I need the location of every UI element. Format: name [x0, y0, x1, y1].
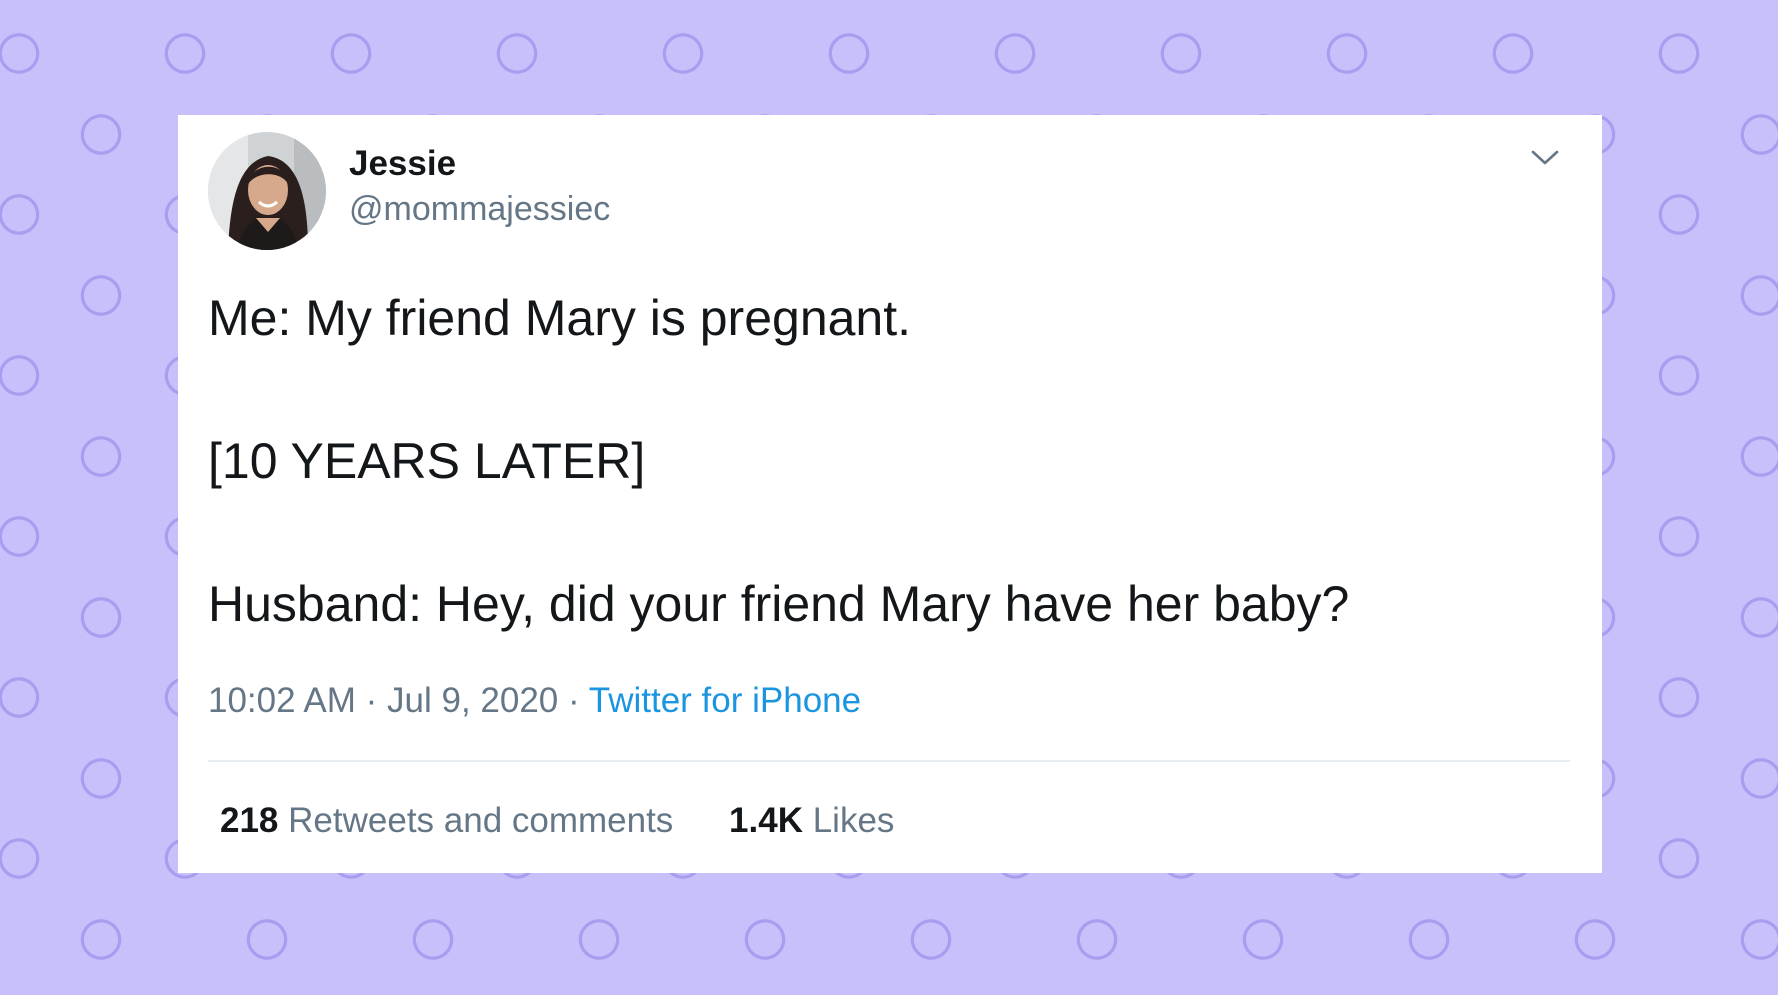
divider	[208, 760, 1570, 762]
tweet-line: Me: My friend Mary is pregnant.	[208, 290, 912, 346]
likes-label: Likes	[812, 801, 895, 840]
avatar[interactable]	[208, 132, 326, 250]
retweets-stat[interactable]: 218 Retweets and comments	[220, 803, 673, 838]
retweets-label: Retweets and comments	[288, 801, 674, 840]
author-handle[interactable]: @mommajessiec	[349, 192, 610, 226]
tweet-metadata: 10:02 AM · Jul 9, 2020 · Twitter for iPh…	[208, 683, 861, 718]
chevron-down-icon[interactable]	[1528, 145, 1562, 169]
author-display-name[interactable]: Jessie	[349, 146, 456, 181]
meta-separator: ·	[568, 681, 580, 720]
tweet-stats: 218 Retweets and comments 1.4K Likes	[220, 803, 894, 838]
tweet-time[interactable]: 10:02 AM	[208, 681, 356, 720]
tweet-line: Husband: Hey, did your friend Mary have …	[208, 576, 1350, 632]
retweets-count: 218	[220, 801, 279, 840]
likes-count: 1.4K	[729, 801, 803, 840]
tweet-text: Me: My friend Mary is pregnant. [10 YEAR…	[208, 293, 1568, 629]
avatar-image	[208, 132, 326, 250]
tweet-date[interactable]: Jul 9, 2020	[387, 681, 558, 720]
likes-stat[interactable]: 1.4K Likes	[729, 803, 894, 838]
meta-separator: ·	[365, 681, 378, 720]
tweet-line: [10 YEARS LATER]	[208, 433, 646, 489]
tweet-source-link[interactable]: Twitter for iPhone	[589, 681, 861, 720]
tweet-card: Jessie @mommajessiec Me: My friend Mary …	[178, 115, 1602, 873]
